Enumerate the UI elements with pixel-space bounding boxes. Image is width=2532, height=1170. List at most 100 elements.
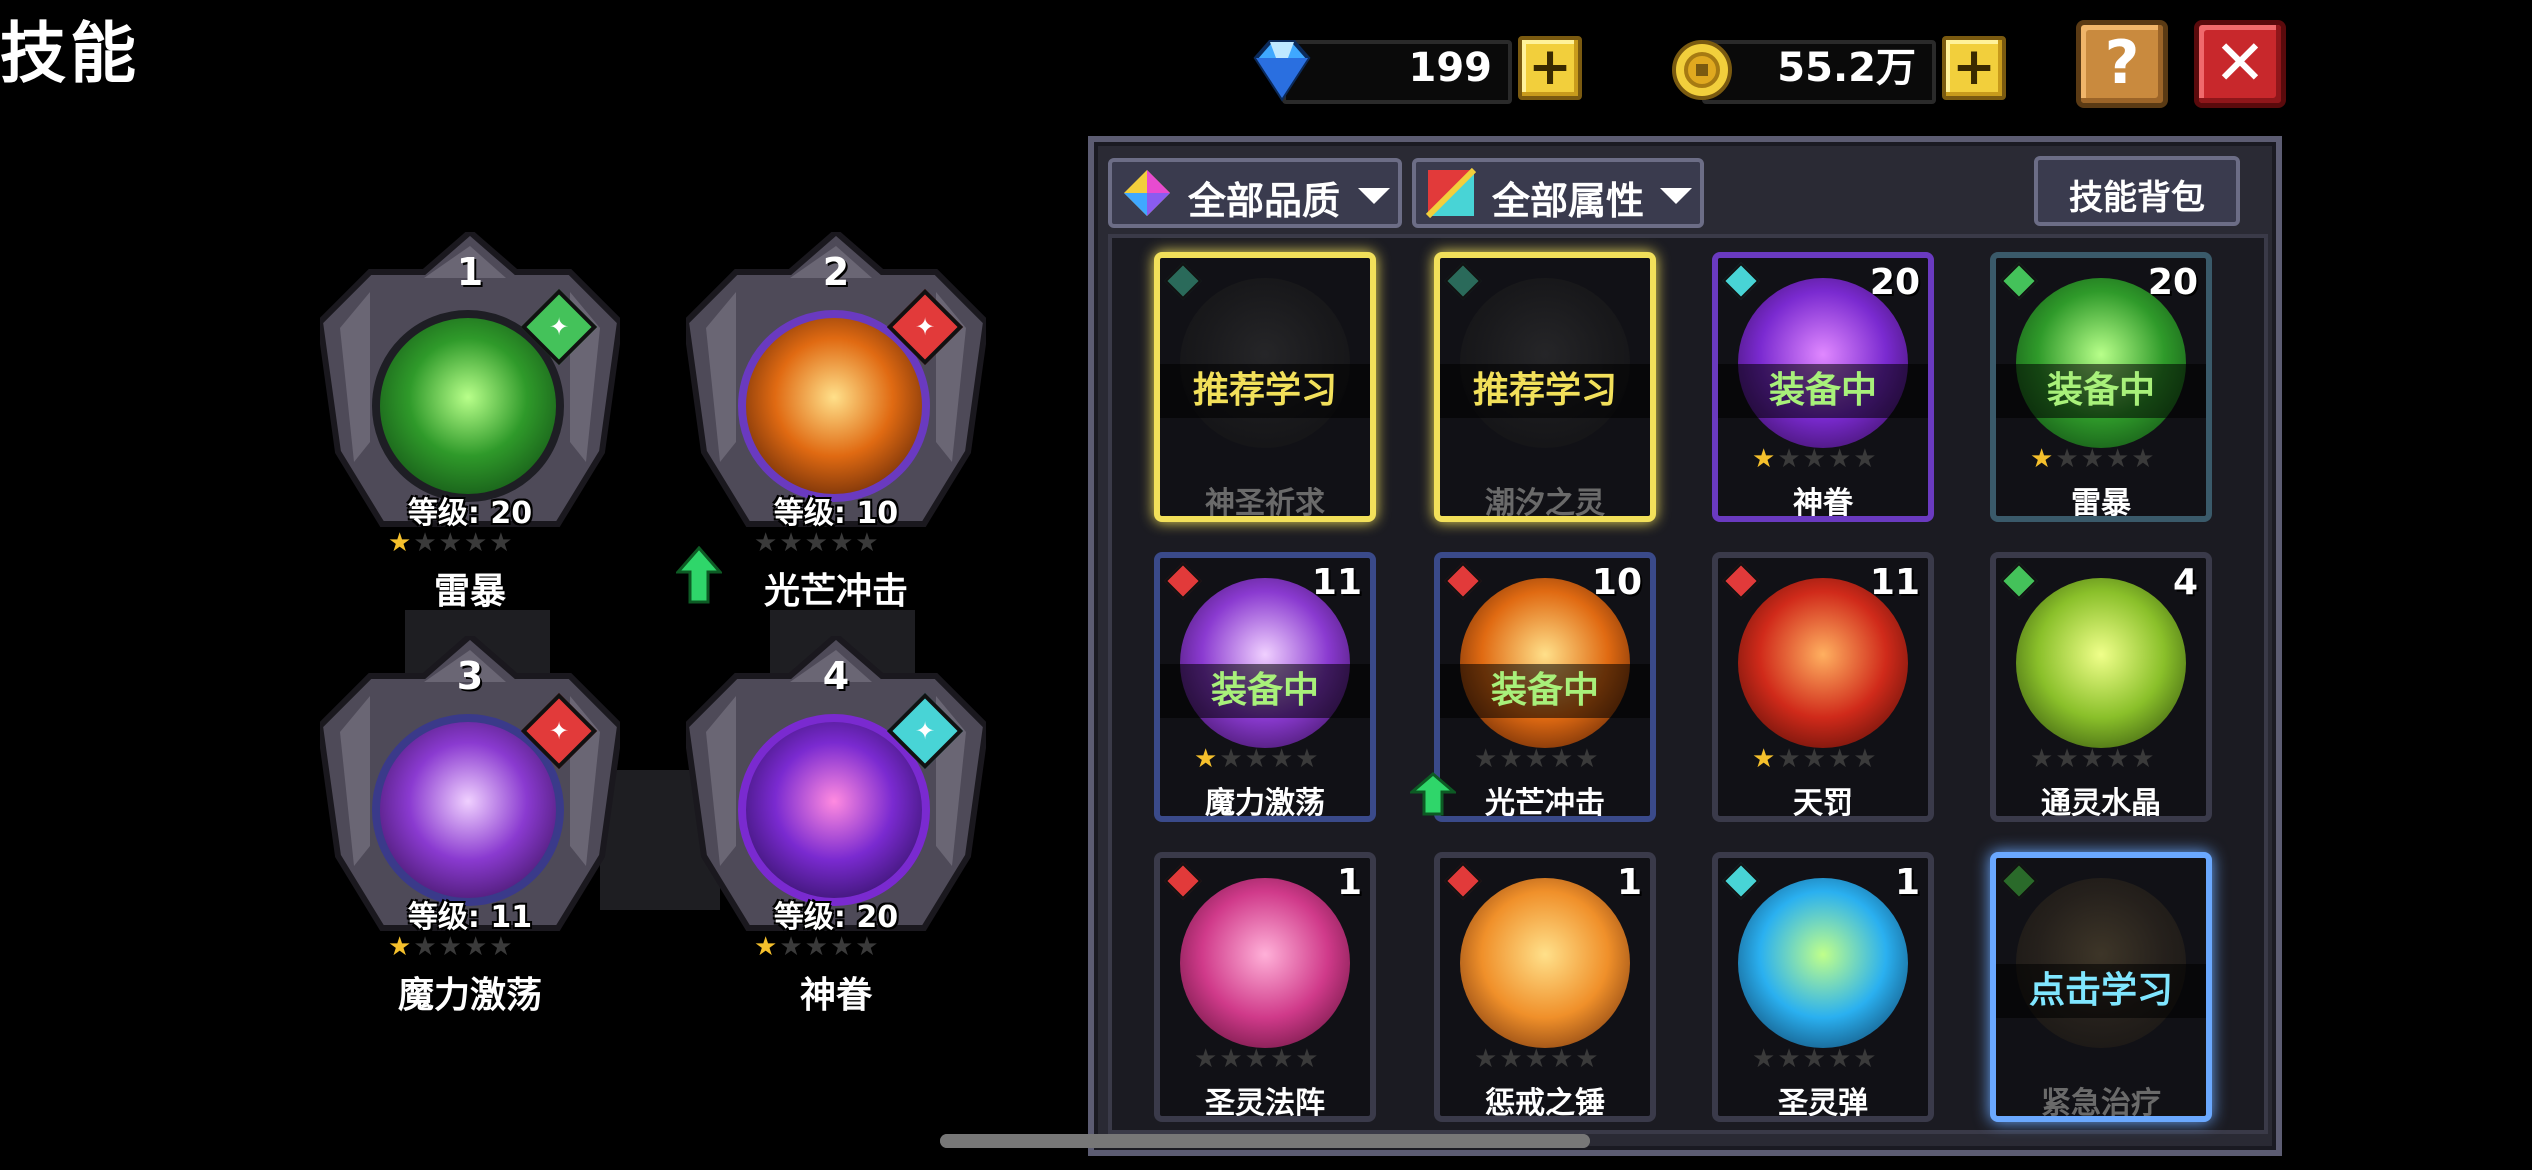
slot-number: 1 [456,250,484,294]
slot-level: 等级: 20 [773,900,899,935]
skill-bag-button[interactable]: 技能背包 [2034,156,2240,226]
element-gem-icon [1722,862,1760,900]
diamond-counter: 199 + [1248,36,1582,104]
slot-number: 4 [822,654,850,698]
skill-image-icon [1738,578,1908,748]
element-gem-icon [1444,862,1482,900]
star-rating: ★★★★★ [2030,444,2157,474]
element-gem-icon [1164,262,1202,300]
star-rating: ★★★★★ [1474,744,1601,774]
slot-skill-name: 魔力激荡 [397,975,542,1016]
skill-level: 4 [2172,562,2198,603]
skill-status-tag: 推荐学习 [1440,364,1650,418]
skill-card[interactable]: 10 装备中 ★★★★★ 光芒冲击 [1434,552,1656,822]
skill-card[interactable]: 1 ★★★★★ 圣灵法阵 [1154,852,1376,1122]
home-indicator [940,1134,1590,1148]
element-gem-icon [2000,262,2038,300]
slot-number: 2 [822,250,850,294]
skill-image-icon [1180,278,1350,448]
chevron-down-icon [1660,188,1692,204]
quality-icon [1124,170,1170,216]
skill-card[interactable]: 11 ★★★★★ 天罚 [1712,552,1934,822]
skill-card[interactable]: 点击学习 紧急治疗 [1990,852,2212,1122]
skill-name: 紧急治疗 [2041,1086,2161,1121]
equipped-slot-1[interactable]: 1 ✦ 等级: 20 ★★★★★ 雷暴 [310,232,630,612]
element-gem-icon [1164,562,1202,600]
attribute-filter-dropdown[interactable]: 全部属性 [1412,158,1704,228]
skill-name: 魔力激荡 [1205,786,1325,821]
skill-status-tag: 装备中 [1996,364,2206,418]
diamond-value: 199 [1408,45,1493,91]
add-diamond-button[interactable]: + [1518,36,1582,100]
skill-card[interactable]: 推荐学习 神圣祈求 [1154,252,1376,522]
slot-skill-name: 雷暴 [433,571,506,612]
close-button[interactable]: ✕ [2194,20,2286,108]
equipped-slot-4[interactable]: 4 ✦ 等级: 20 ★★★★★ 神眷 [676,636,996,1016]
skill-name: 雷暴 [2071,486,2131,521]
skill-card[interactable]: 1 ★★★★★ 圣灵弹 [1712,852,1934,1122]
skill-card[interactable]: 1 ★★★★★ 惩戒之锤 [1434,852,1656,1122]
element-gem-icon [1722,262,1760,300]
skill-level: 11 [1869,562,1920,603]
coin-value: 55.2万 [1777,45,1916,91]
skill-image-icon [1180,878,1350,1048]
star-rating: ★★★★★ [1752,444,1879,474]
star-rating: ★★★★★ [1752,1044,1879,1074]
element-gem-icon [1444,562,1482,600]
skill-name: 神圣祈求 [1205,486,1325,521]
element-gem-icon [2000,562,2038,600]
attribute-filter-label: 全部属性 [1492,179,1645,223]
slot-level: 等级: 11 [407,900,533,935]
skill-card[interactable]: 4 ★★★★★ 通灵水晶 [1990,552,2212,822]
skill-level: 1 [1336,862,1362,903]
star-rating: ★★★★★ [388,528,515,558]
slot-level: 等级: 10 [773,496,899,531]
skill-level: 11 [1311,562,1362,603]
skill-image-icon [1460,278,1630,448]
diamond-icon [1253,40,1311,102]
upgrade-arrow-icon [1410,772,1456,816]
skill-name: 圣灵弹 [1778,1086,1868,1121]
skill-image-icon [1460,578,1630,748]
add-coin-button[interactable]: + [1942,36,2006,100]
slot-skill-name: 光芒冲击 [763,571,908,612]
quality-filter-dropdown[interactable]: 全部品质 [1108,158,1402,228]
coin-icon [1672,40,1732,100]
skill-name: 神眷 [1793,486,1853,521]
skill-level: 1 [1894,862,1920,903]
coin-counter: 55.2万 + [1668,36,2006,104]
slot-skill-name: 神眷 [799,975,872,1016]
element-gem-icon [1722,562,1760,600]
skill-card[interactable]: 推荐学习 潮汐之灵 [1434,252,1656,522]
skill-image-icon [1738,878,1908,1048]
skill-name: 潮汐之灵 [1485,486,1605,521]
attribute-icon [1426,168,1476,218]
skill-status-tag: 装备中 [1440,664,1650,718]
star-rating: ★★★★★ [388,932,515,962]
skill-name: 通灵水晶 [2041,786,2161,821]
element-gem-icon [1444,262,1482,300]
skill-name: 天罚 [1793,786,1853,821]
skill-level: 20 [1869,262,1920,303]
element-gem-icon [1164,862,1202,900]
skill-image-icon [2016,578,2186,748]
quality-filter-label: 全部品质 [1188,179,1341,223]
skill-image-icon [1180,578,1350,748]
skill-card[interactable]: 20 装备中 ★★★★★ 雷暴 [1990,252,2212,522]
skill-status-tag: 装备中 [1160,664,1370,718]
equipped-slot-2[interactable]: 2 ✦ 等级: 10 ★★★★★ 光芒冲击 [676,232,996,612]
star-rating: ★★★★★ [754,932,881,962]
slot-number: 3 [456,654,484,698]
star-rating: ★★★★★ [1474,1044,1601,1074]
star-rating: ★★★★★ [1752,744,1879,774]
element-gem-icon [2000,862,2038,900]
skill-card[interactable]: 11 装备中 ★★★★★ 魔力激荡 [1154,552,1376,822]
chevron-down-icon [1358,188,1390,204]
star-rating: ★★★★★ [754,528,881,558]
skill-level: 20 [2147,262,2198,303]
skill-card[interactable]: 20 装备中 ★★★★★ 神眷 [1712,252,1934,522]
equipped-slot-3[interactable]: 3 ✦ 等级: 11 ★★★★★ 魔力激荡 [310,636,630,1016]
slot-level: 等级: 20 [407,496,533,531]
skill-image-icon [1460,878,1630,1048]
help-button[interactable]: ? [2076,20,2168,108]
